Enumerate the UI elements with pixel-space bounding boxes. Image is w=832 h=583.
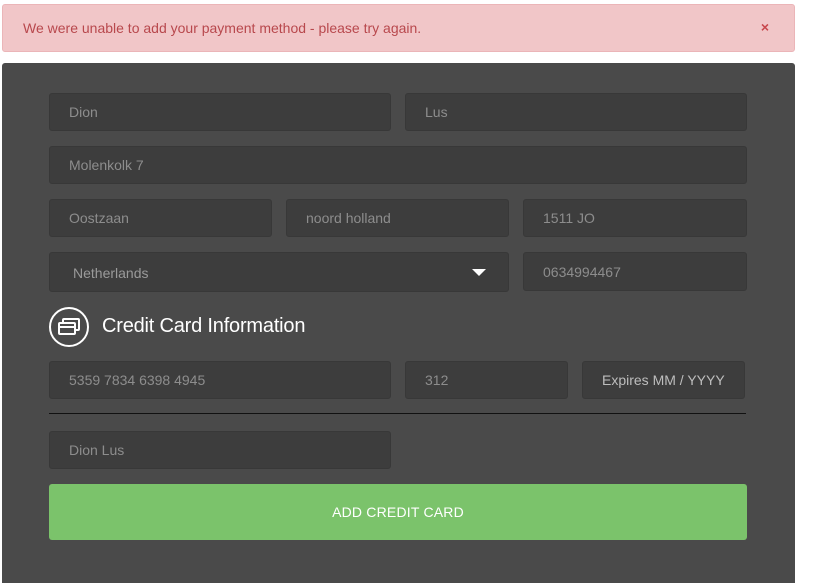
chevron-down-icon: [472, 269, 486, 276]
add-credit-card-button[interactable]: ADD CREDIT CARD: [49, 484, 747, 540]
state-field[interactable]: [286, 199, 509, 237]
expiry-field[interactable]: [582, 361, 745, 399]
postal-code-field[interactable]: [523, 199, 747, 237]
divider: [49, 413, 746, 414]
phone-field[interactable]: [523, 252, 747, 291]
first-name-field[interactable]: [49, 93, 391, 131]
credit-card-icon: [49, 307, 89, 347]
city-field[interactable]: [49, 199, 272, 237]
address-field[interactable]: [49, 146, 747, 184]
card-number-field[interactable]: [49, 361, 391, 399]
close-icon[interactable]: ×: [761, 19, 769, 35]
alert-message: We were unable to add your payment metho…: [23, 20, 422, 36]
country-select[interactable]: Netherlands: [49, 252, 509, 292]
error-alert: We were unable to add your payment metho…: [2, 4, 795, 52]
section-title: Credit Card Information: [102, 315, 306, 337]
country-select-value: Netherlands: [73, 265, 149, 281]
last-name-field[interactable]: [405, 93, 747, 131]
cvc-field[interactable]: [405, 361, 568, 399]
cardholder-name-field[interactable]: [49, 431, 391, 469]
